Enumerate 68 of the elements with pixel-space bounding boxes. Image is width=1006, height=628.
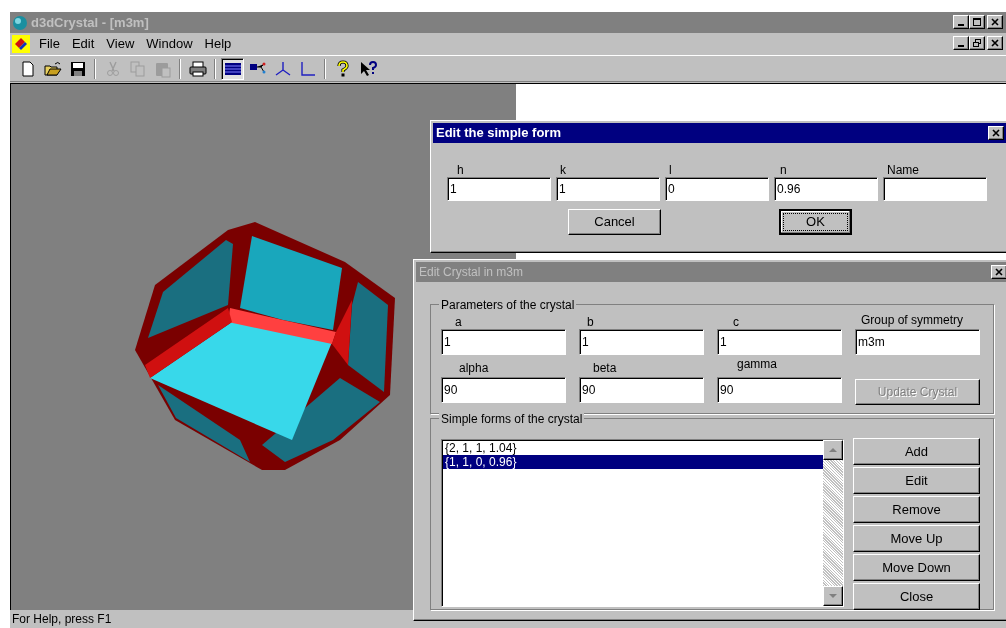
input-field[interactable]: 90 (579, 377, 704, 403)
input-field[interactable]: 1 (579, 329, 704, 355)
input-field[interactable]: 0.96 (774, 177, 878, 201)
list-item[interactable]: {1, 1, 0, 0.96} (443, 455, 823, 469)
dialog-button[interactable]: Edit (853, 467, 980, 494)
close-icon[interactable] (991, 39, 999, 47)
axes-icon (273, 59, 292, 78)
minimize-button[interactable] (953, 15, 969, 29)
input-field[interactable]: 90 (441, 377, 566, 403)
restore-icon[interactable] (973, 39, 981, 47)
toolbar-button[interactable] (221, 57, 244, 80)
maximize-button[interactable] (969, 15, 985, 29)
maximize-icon[interactable] (973, 18, 981, 26)
window-title: d3dCrystal - [m3m] (31, 13, 149, 32)
field-label: a (455, 314, 462, 331)
field-label: Name (886, 162, 920, 177)
close-icon[interactable] (992, 129, 1000, 137)
close-button[interactable] (987, 36, 1003, 50)
status-text: For Help, press F1 (12, 611, 112, 628)
field-label: k (559, 162, 567, 177)
list-item[interactable]: {2, 1, 1, 1.04} (443, 441, 823, 455)
dialog-title: Edit Crystal in m3m (419, 264, 525, 281)
field-label: beta (593, 360, 617, 377)
field-label: b (587, 314, 594, 331)
input-field[interactable] (883, 177, 987, 201)
field-label: gamma (737, 356, 777, 373)
menu-item[interactable]: File (33, 34, 66, 54)
corner-axes-icon (298, 59, 317, 78)
input-field[interactable]: m3m (855, 329, 980, 355)
field-label: c (733, 314, 739, 331)
field-label: h (456, 162, 465, 177)
dialog-button[interactable]: Move Up (853, 525, 980, 552)
input-field[interactable]: 90 (717, 377, 842, 403)
copy-icon (128, 59, 147, 78)
dialog-button[interactable]: Cancel (568, 209, 661, 235)
field-label: alpha (459, 360, 489, 377)
list-box[interactable]: {2, 1, 1, 1.04} {1, 1, 0, 0.96} (441, 439, 844, 607)
close-button[interactable] (987, 15, 1003, 29)
folder-icon (43, 59, 62, 78)
menu-item[interactable]: Edit (65, 34, 101, 54)
input-field[interactable]: 1 (717, 329, 842, 355)
close-icon[interactable] (991, 18, 999, 26)
menu-item[interactable]: Help (198, 34, 238, 54)
input-field[interactable]: 1 (556, 177, 660, 201)
dialog-title: Edit the simple form (436, 124, 562, 143)
input-field[interactable]: 1 (447, 177, 551, 201)
pointer-help-icon (358, 59, 377, 78)
minimize-button[interactable] (953, 36, 969, 50)
globe-icon (12, 14, 28, 31)
printer-icon (188, 59, 207, 78)
dialog-button[interactable]: OK (779, 209, 852, 235)
field-label: Group of symmetry (861, 312, 964, 329)
dialog-button[interactable]: Remove (853, 496, 980, 523)
input-field[interactable]: 1 (441, 329, 566, 355)
group-label: Simple forms of the crystal (439, 410, 585, 428)
menu-item[interactable]: Window (140, 34, 199, 54)
close-button[interactable] (991, 265, 1006, 279)
app-logo-icon[interactable] (12, 35, 30, 53)
field-label: l (668, 162, 673, 177)
dialog-button[interactable]: Close (853, 583, 980, 610)
input-field[interactable]: 0 (665, 177, 769, 201)
field-label: n (779, 162, 788, 177)
restore-button[interactable] (969, 36, 985, 50)
menu-item[interactable]: View (100, 34, 141, 54)
dialog-button[interactable]: Move Down (853, 554, 980, 581)
dialog-button[interactable]: Add (853, 438, 980, 465)
close-icon[interactable] (995, 268, 1003, 276)
close-button[interactable] (988, 126, 1004, 140)
